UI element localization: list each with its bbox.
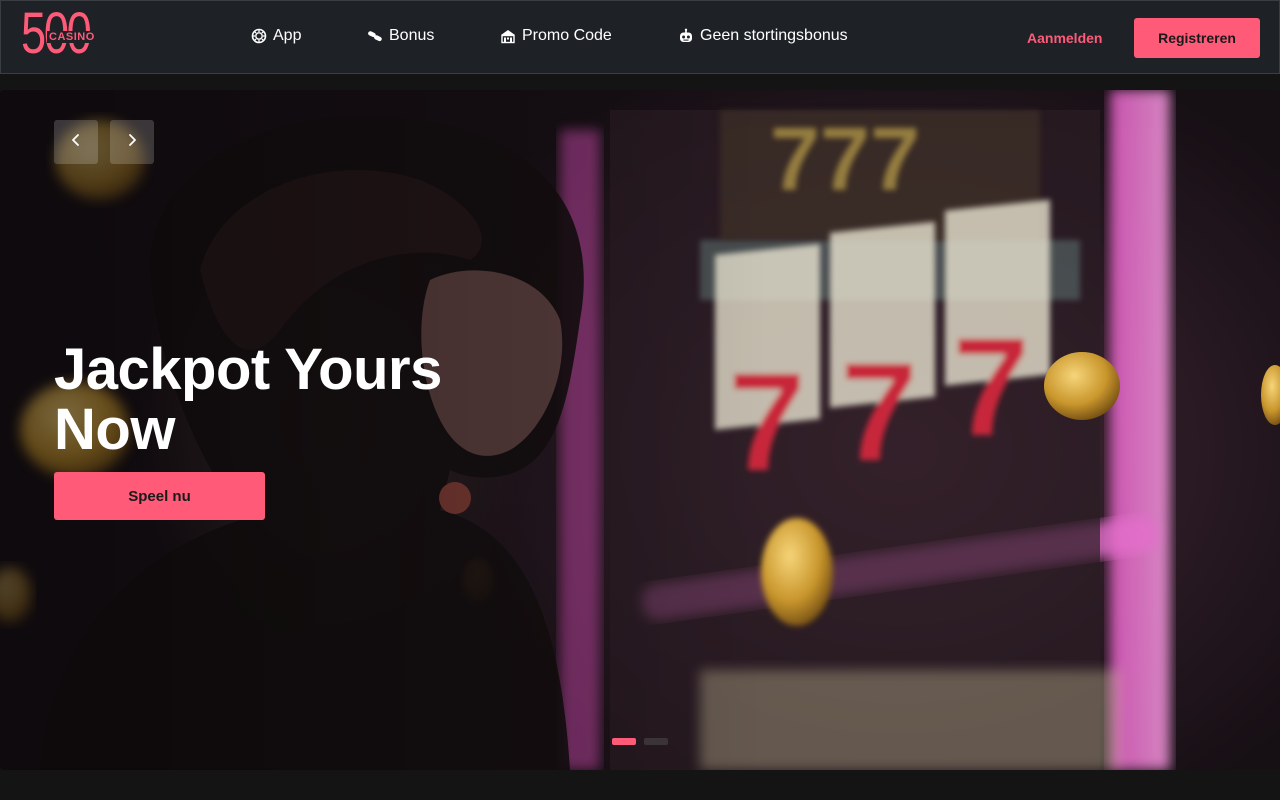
play-now-button[interactable]: Speel nu xyxy=(54,472,265,520)
casino-building-icon xyxy=(500,28,516,44)
pills-icon xyxy=(367,28,383,44)
nav-label-bonus: Bonus xyxy=(389,27,435,44)
nav-label-promo-code: Promo Code xyxy=(522,27,612,44)
slider-dot-2[interactable] xyxy=(644,738,668,745)
slider-next-button[interactable] xyxy=(110,120,154,164)
chip-icon xyxy=(251,28,267,44)
slider-pagination xyxy=(612,738,668,745)
hero-title: Jackpot Yours Now xyxy=(54,337,442,462)
nav-item-promo-code[interactable]: Promo Code xyxy=(500,27,612,45)
nav-item-bonus[interactable]: Bonus xyxy=(367,27,434,45)
login-link[interactable]: Aanmelden xyxy=(1027,30,1102,46)
nav-label-geen-stortingsbonus: Geen stortingsbonus xyxy=(700,27,848,44)
site-header: 500 CASINO App Bonus xyxy=(0,0,1280,74)
slider-dot-1[interactable] xyxy=(612,738,636,745)
nav-item-geen-stortingsbonus[interactable]: Geen stortingsbonus xyxy=(678,27,848,45)
nav-label-app: App xyxy=(273,27,302,44)
chevron-right-icon xyxy=(125,133,139,152)
slider-prev-button[interactable] xyxy=(54,120,98,164)
hero-banner: 777 7 7 7 xyxy=(0,90,1280,770)
robot-icon xyxy=(678,28,694,44)
nav-item-app[interactable]: App xyxy=(251,27,301,45)
register-button[interactable]: Registreren xyxy=(1134,18,1260,58)
logo-word: CASINO xyxy=(47,31,97,43)
brand-logo[interactable]: 500 CASINO xyxy=(21,5,99,65)
chevron-left-icon xyxy=(69,133,83,152)
